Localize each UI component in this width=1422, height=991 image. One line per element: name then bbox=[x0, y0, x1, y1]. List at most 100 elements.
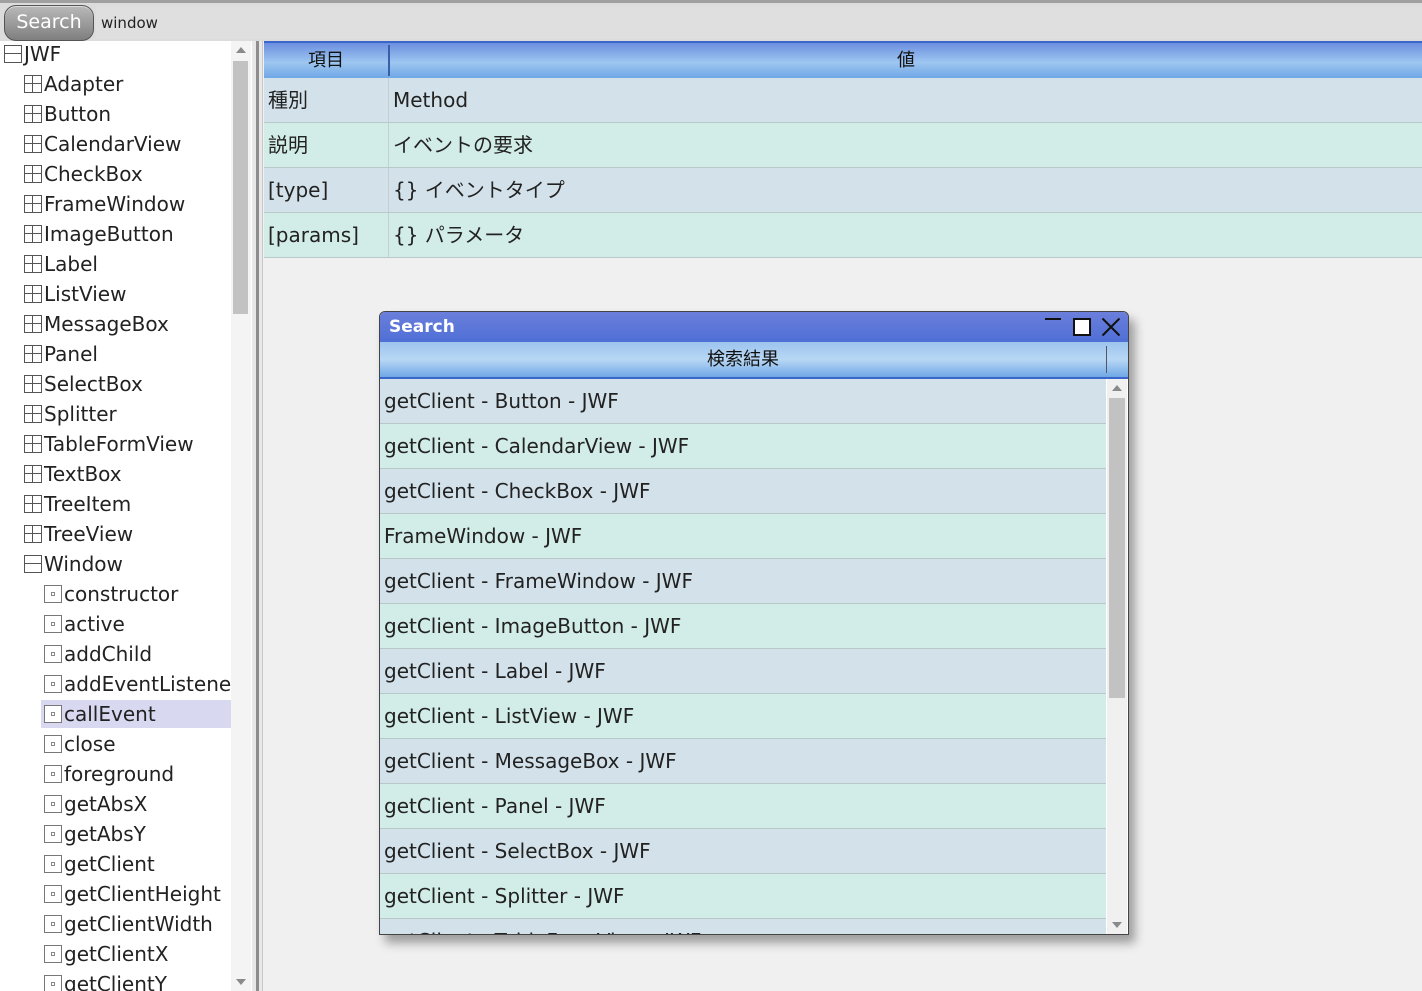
scroll-down-arrow-icon[interactable] bbox=[236, 979, 246, 985]
search-input[interactable] bbox=[96, 6, 1422, 39]
tree-item-class[interactable]: Adapter bbox=[24, 70, 127, 98]
tree-item-class[interactable]: ImageButton bbox=[24, 220, 178, 248]
tree-item-member[interactable]: addEventListener bbox=[44, 670, 231, 698]
expand-icon[interactable] bbox=[24, 315, 42, 333]
expand-icon[interactable] bbox=[24, 75, 42, 93]
tree-item-label: Adapter bbox=[44, 72, 124, 96]
tree-item-member[interactable]: getClient bbox=[44, 850, 159, 878]
tree-item-class[interactable]: ListView bbox=[24, 280, 130, 308]
tree-item-class-expanded[interactable]: Window bbox=[24, 550, 127, 578]
scroll-up-arrow-icon[interactable] bbox=[1112, 385, 1122, 391]
detail-key: [type] bbox=[268, 178, 329, 202]
expand-icon[interactable] bbox=[24, 105, 42, 123]
tree-item-member[interactable]: getClientX bbox=[44, 940, 172, 968]
tree-item-class[interactable]: Panel bbox=[24, 340, 102, 368]
tree-item-class[interactable]: TableFormView bbox=[24, 430, 198, 458]
expand-icon[interactable] bbox=[24, 165, 42, 183]
search-result-label: getClient - CalendarView - JWF bbox=[384, 434, 690, 458]
tree-item-class[interactable]: MessageBox bbox=[24, 310, 173, 338]
tree-item-member[interactable]: foreground bbox=[44, 760, 178, 788]
search-result-item[interactable]: getClient - FrameWindow - JWF bbox=[380, 559, 1106, 604]
tree-leaf-icon bbox=[44, 615, 62, 633]
column-header-item[interactable]: 項目 bbox=[264, 43, 388, 78]
tree-item-member[interactable]: close bbox=[44, 730, 120, 758]
search-result-item[interactable]: getClient - Label - JWF bbox=[380, 649, 1106, 694]
close-icon[interactable] bbox=[1098, 315, 1124, 339]
search-result-item[interactable]: getClient - ListView - JWF bbox=[380, 694, 1106, 739]
tree-item-member[interactable]: getClientHeight bbox=[44, 880, 225, 908]
expand-icon[interactable] bbox=[24, 525, 42, 543]
collapse-icon[interactable] bbox=[24, 555, 42, 573]
search-result-item[interactable]: getClient - ImageButton - JWF bbox=[380, 604, 1106, 649]
maximize-icon[interactable] bbox=[1070, 315, 1092, 337]
tree-item-member[interactable]: callEvent bbox=[41, 700, 231, 728]
expand-icon[interactable] bbox=[24, 465, 42, 483]
tree-item-label: ListView bbox=[44, 282, 127, 306]
tree-item-label: callEvent bbox=[64, 700, 160, 728]
tree-item-class[interactable]: TreeItem bbox=[24, 490, 135, 518]
tree-item-class[interactable]: CalendarView bbox=[24, 130, 185, 158]
tree-item-class[interactable]: Label bbox=[24, 250, 102, 278]
search-result-item[interactable]: FrameWindow - JWF bbox=[380, 514, 1106, 559]
search-result-label: getClient - CheckBox - JWF bbox=[384, 479, 651, 503]
search-result-label: getClient - SelectBox - JWF bbox=[384, 839, 651, 863]
search-result-item[interactable]: getClient - MessageBox - JWF bbox=[380, 739, 1106, 784]
tree-item-class[interactable]: FrameWindow bbox=[24, 190, 189, 218]
tree-item-member[interactable]: getAbsY bbox=[44, 820, 150, 848]
expand-icon[interactable] bbox=[24, 135, 42, 153]
expand-icon[interactable] bbox=[24, 405, 42, 423]
tree-item-class[interactable]: Button bbox=[24, 100, 115, 128]
search-result-item[interactable]: getClient - CalendarView - JWF bbox=[380, 424, 1106, 469]
search-result-item[interactable]: getClient - Splitter - JWF bbox=[380, 874, 1106, 919]
scroll-up-arrow-icon[interactable] bbox=[236, 47, 246, 53]
detail-row[interactable]: [type] {} イベントタイプ bbox=[264, 168, 1422, 213]
results-scrollbar[interactable] bbox=[1107, 379, 1127, 934]
search-result-item[interactable]: getClient - SelectBox - JWF bbox=[380, 829, 1106, 874]
expand-icon[interactable] bbox=[24, 195, 42, 213]
tree-item-class[interactable]: Splitter bbox=[24, 400, 121, 428]
minimize-icon[interactable] bbox=[1042, 315, 1064, 337]
expand-icon[interactable] bbox=[24, 285, 42, 303]
scroll-down-arrow-icon[interactable] bbox=[1112, 922, 1122, 928]
tree-item-member[interactable]: getClientY bbox=[44, 970, 171, 991]
search-button[interactable]: Search bbox=[4, 5, 94, 41]
search-result-item[interactable]: getClient - TableFormView - JWF bbox=[380, 919, 1106, 934]
tree-item-member[interactable]: getClientWidth bbox=[44, 910, 217, 938]
search-result-label: getClient - Button - JWF bbox=[384, 389, 619, 413]
tree-item-label: addChild bbox=[64, 642, 153, 666]
tree-item-class[interactable]: TextBox bbox=[24, 460, 126, 488]
tree-item-label: TextBox bbox=[44, 462, 122, 486]
results-scroll-thumb[interactable] bbox=[1109, 398, 1125, 698]
splitter-handle[interactable] bbox=[252, 41, 263, 991]
tree-item-class[interactable]: TreeView bbox=[24, 520, 137, 548]
tree-item-class[interactable]: CheckBox bbox=[24, 160, 147, 188]
collapse-icon[interactable] bbox=[4, 45, 22, 63]
column-header-value[interactable]: 値 bbox=[390, 43, 1422, 78]
search-result-label: getClient - Label - JWF bbox=[384, 659, 606, 683]
expand-icon[interactable] bbox=[24, 435, 42, 453]
expand-icon[interactable] bbox=[24, 375, 42, 393]
window-titlebar[interactable]: Search bbox=[380, 312, 1128, 342]
tree-scrollbar[interactable] bbox=[231, 41, 251, 991]
tree-item-member[interactable]: active bbox=[44, 610, 129, 638]
tree-item-member[interactable]: constructor bbox=[44, 580, 182, 608]
search-result-item[interactable]: getClient - Panel - JWF bbox=[380, 784, 1106, 829]
tree-item-member[interactable]: getAbsX bbox=[44, 790, 151, 818]
tree-item-label: Window bbox=[44, 552, 123, 576]
expand-icon[interactable] bbox=[24, 495, 42, 513]
search-result-item[interactable]: getClient - Button - JWF bbox=[380, 379, 1106, 424]
results-column-header[interactable]: 検索結果 bbox=[380, 342, 1128, 379]
detail-value: Method bbox=[393, 88, 469, 112]
detail-row[interactable]: [params] {} パラメータ bbox=[264, 213, 1422, 258]
tree-scroll-thumb[interactable] bbox=[233, 61, 248, 314]
detail-row[interactable]: 説明 イベントの要求 bbox=[264, 123, 1422, 168]
expand-icon[interactable] bbox=[24, 225, 42, 243]
tree-item-class[interactable]: SelectBox bbox=[24, 370, 147, 398]
detail-row[interactable]: 種別 Method bbox=[264, 78, 1422, 123]
search-result-item[interactable]: getClient - CheckBox - JWF bbox=[380, 469, 1106, 514]
tree-items: JWF Adapter Button CalendarView CheckBox Fram… bbox=[0, 41, 231, 991]
expand-icon[interactable] bbox=[24, 255, 42, 273]
tree-item-member[interactable]: addChild bbox=[44, 640, 156, 668]
tree-item-root[interactable]: JWF bbox=[4, 41, 65, 68]
expand-icon[interactable] bbox=[24, 345, 42, 363]
